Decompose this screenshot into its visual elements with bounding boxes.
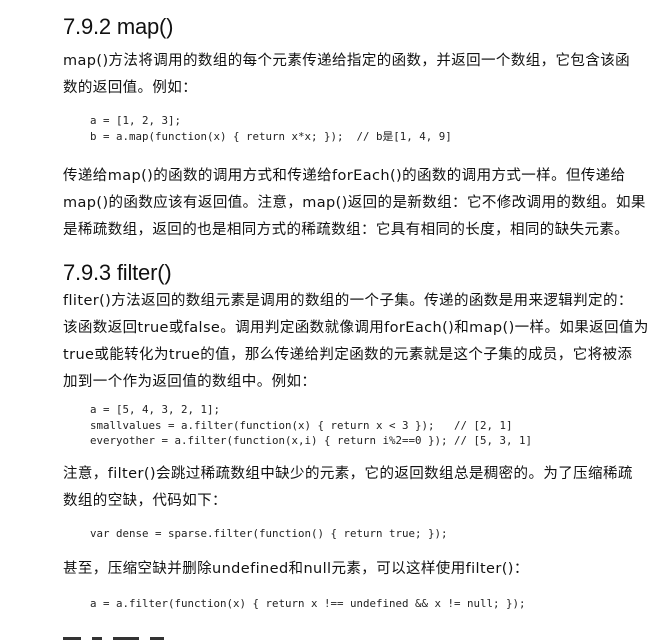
map-body-paragraph: 传递给map()的函数的调用方式和传递给forEach()的函数的调用方式一样。… (63, 163, 646, 244)
book-page: 7.9.2 map() map()方法将调用的数组的每个元素传递给指定的函数，并… (0, 0, 654, 641)
text-line: 数组的空缺，代码如下： (63, 493, 227, 509)
cut-off-next-line (63, 633, 263, 641)
code-line: a = a.filter(function(x) { return x !== … (90, 597, 526, 610)
filter-code-block: a = [5, 4, 3, 2, 1]; smallvalues = a.fil… (90, 402, 532, 449)
text-line: 传递给map()的函数的调用方式和传递给forEach()的函数的调用方式一样。… (63, 168, 626, 184)
text-line: 注意，filter()会跳过稀疏数组中缺少的元素，它的返回数组总是稠密的。为了压… (63, 466, 633, 482)
text-line: 甚至，压缩空缺并删除undefined和null元素，可以这样使用filter(… (63, 561, 529, 577)
code-line: everyother = a.filter(function(x,i) { re… (90, 434, 533, 447)
text-line: map()方法将调用的数组的每个元素传递给指定的函数，并返回一个数组，它包含该函 (63, 53, 631, 69)
text-fragment (113, 637, 140, 640)
filter-intro-paragraph: fliter()方法返回的数组元素是调用的数组的一个子集。传递的函数是用来逻辑判… (63, 288, 649, 396)
text-line: 该函数返回true或false。调用判定函数就像调用forEach()和map(… (63, 320, 649, 336)
text-fragment (92, 637, 103, 640)
map-code-block: a = [1, 2, 3]; b = a.map(function(x) { r… (90, 113, 452, 144)
text-fragment (63, 637, 81, 640)
map-intro-paragraph: map()方法将调用的数组的每个元素传递给指定的函数，并返回一个数组，它包含该函… (63, 48, 643, 102)
code-line: smallvalues = a.filter(function(x) { ret… (90, 418, 513, 432)
code-line: b = a.map(function(x) { return x*x; }); … (90, 129, 452, 143)
section-heading-map: 7.9.2 map() (63, 14, 174, 39)
filter-note-paragraph: 注意，filter()会跳过稀疏数组中缺少的元素，它的返回数组总是稠密的。为了压… (63, 461, 643, 515)
text-fragment (150, 637, 165, 640)
section-heading-filter: 7.9.3 filter() (63, 260, 172, 285)
code-line: a = [5, 4, 3, 2, 1]; (90, 403, 221, 416)
code-line: a = [1, 2, 3]; (90, 114, 182, 127)
text-line: map()的函数应该有返回值。注意，map()返回的是新数组：它不修改调用的数组… (63, 195, 646, 211)
filter-dense-code-block: var dense = sparse.filter(function() { r… (90, 526, 448, 542)
text-line: fliter()方法返回的数组元素是调用的数组的一个子集。传递的函数是用来逻辑判… (63, 293, 633, 309)
text-line: true或能转化为true的值，那么传递给判定函数的元素就是这个子集的成员，它将… (63, 347, 633, 363)
filter-null-code-block: a = a.filter(function(x) { return x !== … (90, 596, 526, 612)
filter-note2-paragraph: 甚至，压缩空缺并删除undefined和null元素，可以这样使用filter(… (63, 556, 643, 583)
text-line: 数的返回值。例如： (63, 80, 198, 96)
code-line: var dense = sparse.filter(function() { r… (90, 527, 448, 540)
text-line: 是稀疏数组，返回的也是相同方式的稀疏数组：它具有相同的长度，相同的缺失元素。 (63, 222, 630, 238)
text-line: 加到一个作为返回值的数组中。例如： (63, 374, 317, 390)
